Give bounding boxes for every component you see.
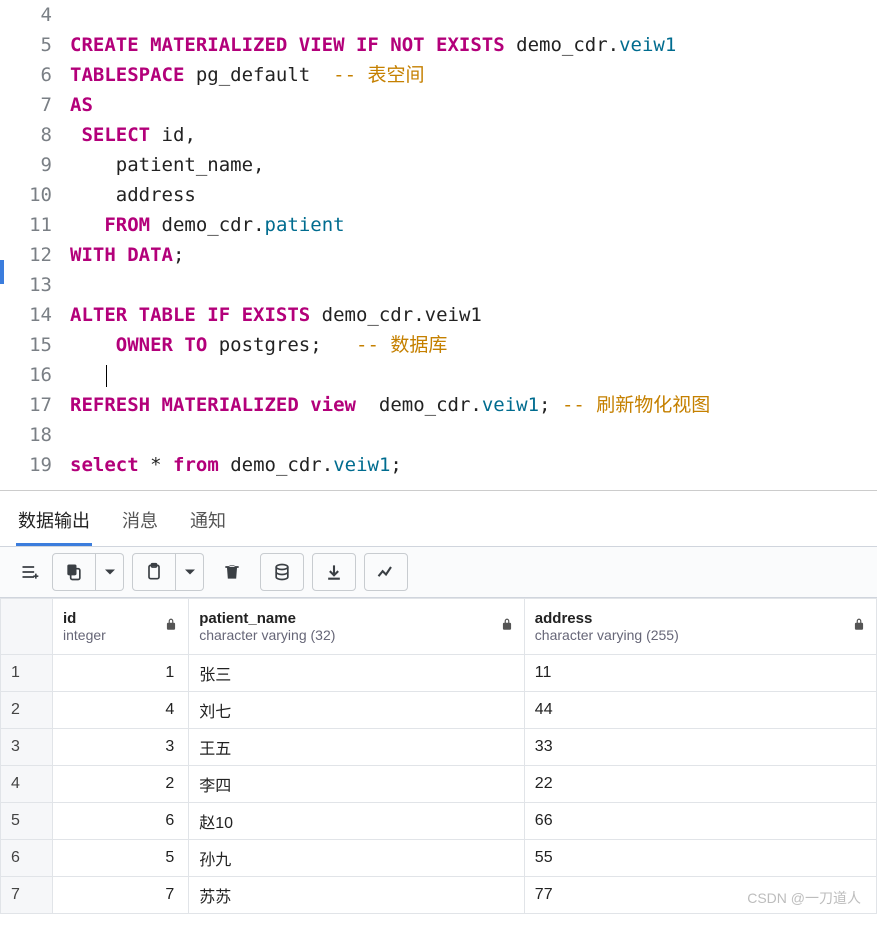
- table-row[interactable]: 11张三11: [1, 655, 877, 692]
- sql-editor[interactable]: 45678910111213141516171819 CREATE MATERI…: [0, 0, 877, 491]
- copy-dropdown[interactable]: [96, 553, 124, 591]
- rownum-header: [1, 599, 53, 655]
- cell-patient_name[interactable]: 李四: [189, 766, 525, 803]
- lock-icon: [500, 617, 514, 636]
- cell-patient_name[interactable]: 苏苏: [189, 877, 525, 914]
- row-number: 5: [1, 803, 53, 840]
- cell-patient_name[interactable]: 王五: [189, 729, 525, 766]
- cell-address[interactable]: 22: [524, 766, 876, 803]
- output-tabs: 数据输出 消息 通知: [0, 491, 877, 546]
- download-button[interactable]: [312, 553, 356, 591]
- cell-id[interactable]: 3: [53, 729, 189, 766]
- table-row[interactable]: 65孙九55: [1, 840, 877, 877]
- watermark: CSDN @一刀道人: [747, 888, 861, 908]
- tab-messages[interactable]: 消息: [120, 501, 160, 546]
- table-row[interactable]: 42李四22: [1, 766, 877, 803]
- output-toolbar: [0, 546, 877, 598]
- editor-marker: [0, 260, 4, 284]
- table-row[interactable]: 24刘七44: [1, 692, 877, 729]
- tab-data-output[interactable]: 数据输出: [16, 501, 92, 546]
- lock-icon: [852, 617, 866, 636]
- column-header-address[interactable]: addresscharacter varying (255): [524, 599, 876, 655]
- cell-id[interactable]: 5: [53, 840, 189, 877]
- row-number: 6: [1, 840, 53, 877]
- cell-address[interactable]: 66: [524, 803, 876, 840]
- table-row[interactable]: 56赵1066: [1, 803, 877, 840]
- cell-patient_name[interactable]: 孙九: [189, 840, 525, 877]
- row-number: 1: [1, 655, 53, 692]
- cell-id[interactable]: 2: [53, 766, 189, 803]
- chart-button[interactable]: [364, 553, 408, 591]
- cell-address[interactable]: 44: [524, 692, 876, 729]
- row-number: 2: [1, 692, 53, 729]
- row-number: 3: [1, 729, 53, 766]
- cell-id[interactable]: 4: [53, 692, 189, 729]
- cell-address[interactable]: 33: [524, 729, 876, 766]
- delete-button[interactable]: [212, 553, 252, 591]
- paste-button[interactable]: [132, 553, 176, 591]
- cell-id[interactable]: 1: [53, 655, 189, 692]
- cell-patient_name[interactable]: 刘七: [189, 692, 525, 729]
- results-table[interactable]: idintegerpatient_namecharacter varying (…: [0, 598, 877, 914]
- cell-id[interactable]: 6: [53, 803, 189, 840]
- table-row[interactable]: 77苏苏77: [1, 877, 877, 914]
- column-header-patient_name[interactable]: patient_namecharacter varying (32): [189, 599, 525, 655]
- tab-notifications[interactable]: 通知: [188, 501, 228, 546]
- add-row-button[interactable]: [10, 553, 50, 591]
- cell-patient_name[interactable]: 张三: [189, 655, 525, 692]
- row-number: 4: [1, 766, 53, 803]
- save-data-button[interactable]: [260, 553, 304, 591]
- cell-id[interactable]: 7: [53, 877, 189, 914]
- cell-address[interactable]: 11: [524, 655, 876, 692]
- cell-patient_name[interactable]: 赵10: [189, 803, 525, 840]
- cell-address[interactable]: 55: [524, 840, 876, 877]
- line-gutter: 45678910111213141516171819: [0, 0, 70, 480]
- code-area[interactable]: CREATE MATERIALIZED VIEW IF NOT EXISTS d…: [70, 0, 877, 480]
- row-number: 7: [1, 877, 53, 914]
- copy-button[interactable]: [52, 553, 96, 591]
- column-header-id[interactable]: idinteger: [53, 599, 189, 655]
- paste-dropdown[interactable]: [176, 553, 204, 591]
- table-row[interactable]: 33王五33: [1, 729, 877, 766]
- lock-icon: [164, 617, 178, 636]
